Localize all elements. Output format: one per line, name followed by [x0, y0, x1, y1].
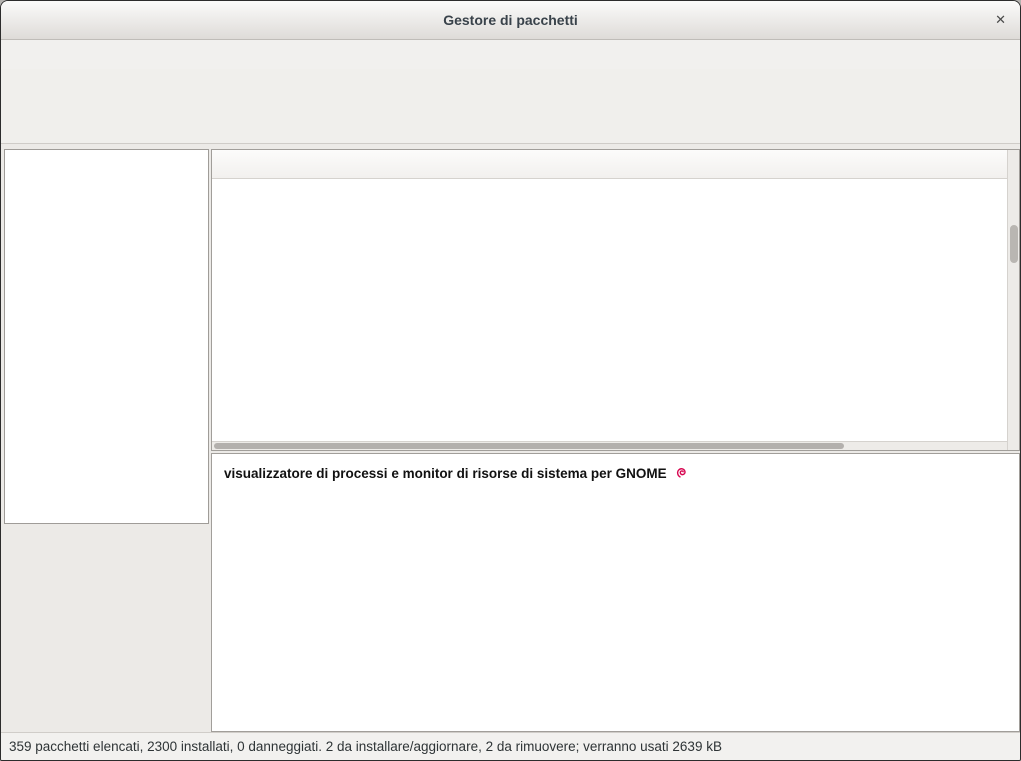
menubar	[1, 40, 1020, 69]
details-title: visualizzatore di processi e monitor di …	[224, 463, 1007, 483]
vertical-scrollbar[interactable]	[1007, 150, 1019, 450]
vertical-scrollbar-thumb[interactable]	[1010, 225, 1018, 263]
statusbar-text: 359 pacchetti elencati, 2300 installati,…	[9, 739, 722, 754]
package-table-body	[212, 178, 1007, 441]
package-table	[211, 149, 1020, 451]
statusbar: 359 pacchetti elencati, 2300 installati,…	[1, 732, 1020, 760]
horizontal-scrollbar[interactable]	[212, 441, 1007, 450]
toolbar	[1, 69, 1020, 144]
titlebar: Gestore di pacchetti ✕	[1, 1, 1020, 40]
window-title: Gestore di pacchetti	[1, 1, 1020, 39]
close-icon[interactable]: ✕	[991, 1, 1010, 39]
status-filter-list	[4, 149, 209, 524]
package-details-pane: visualizzatore di processi e monitor di …	[211, 453, 1020, 732]
debian-swirl-icon	[674, 466, 689, 481]
package-table-header	[212, 150, 1007, 179]
package-manager-window: Gestore di pacchetti ✕ visualizzatore di…	[0, 0, 1021, 761]
details-title-text: visualizzatore di processi e monitor di …	[224, 466, 667, 481]
horizontal-scrollbar-thumb[interactable]	[214, 443, 844, 449]
